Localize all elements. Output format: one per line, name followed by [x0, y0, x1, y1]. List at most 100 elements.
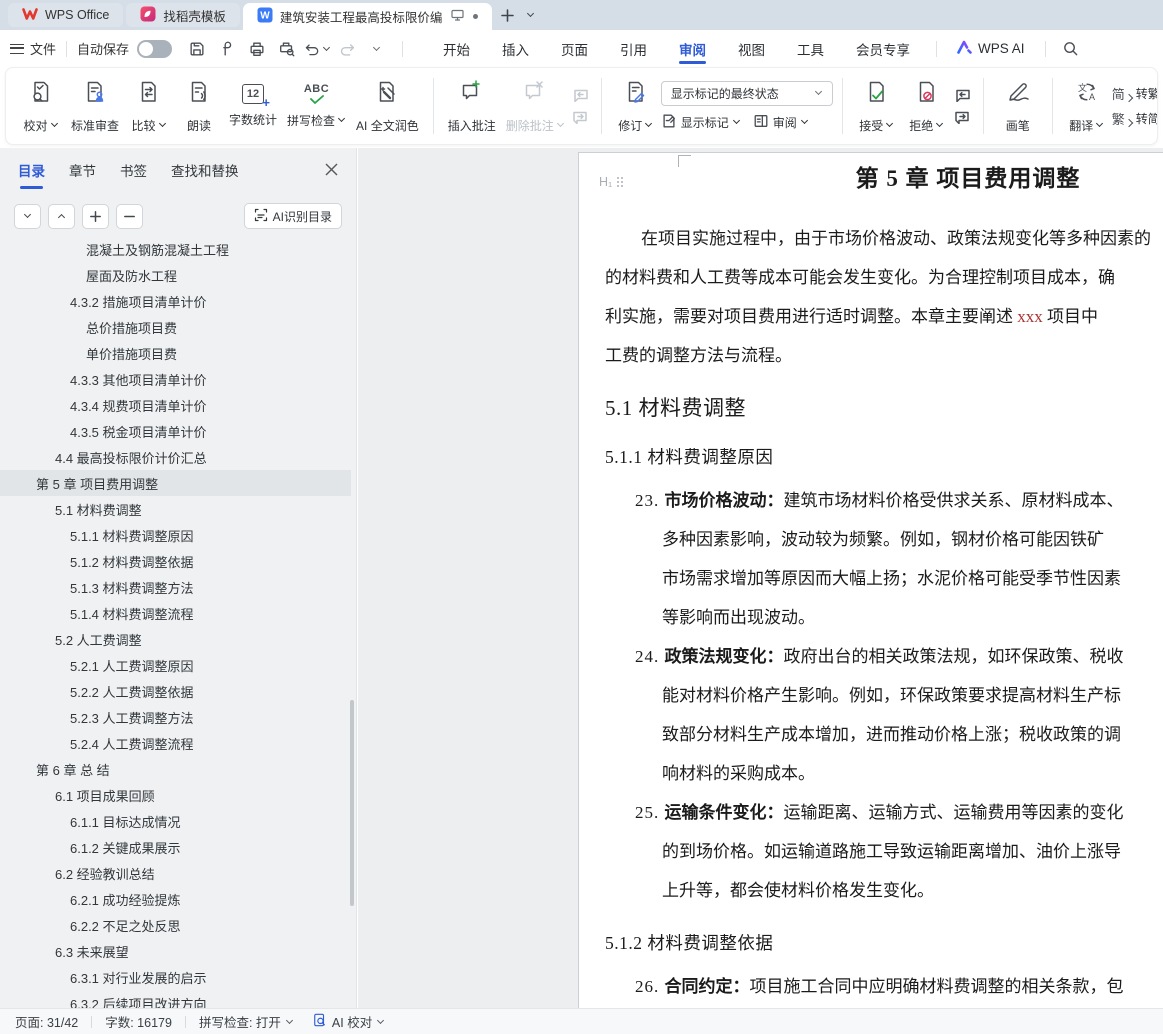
word-count-indicator[interactable]: 字数: 16179 — [105, 1012, 172, 1031]
outline-item[interactable]: 6.3 未来展望 — [0, 938, 351, 964]
outline-item[interactable]: 屋面及防水工程 — [0, 262, 351, 288]
outline-item[interactable]: 4.3.4 规费项目清单计价 — [0, 392, 351, 418]
print-icon[interactable] — [243, 36, 271, 62]
menu-tab-会员专享[interactable]: 会员专享 — [840, 30, 926, 67]
outline-item-label: 4.4 最高投标限价计价汇总 — [55, 450, 207, 466]
sidebar-tab-章节[interactable]: 章节 — [69, 160, 96, 189]
drag-handle-icon[interactable] — [617, 176, 624, 188]
spell-check-status[interactable]: 拼写检查: 打开 — [199, 1012, 294, 1031]
menu-tab-审阅[interactable]: 审阅 — [663, 30, 722, 67]
menu-tab-视图[interactable]: 视图 — [722, 30, 781, 67]
menu-tab-插入[interactable]: 插入 — [486, 30, 545, 67]
markup-state-dropdown[interactable]: 显示标记的最终状态 — [660, 80, 833, 106]
outline-item[interactable]: 第 6 章 总 结 — [0, 756, 351, 782]
translate-button[interactable]: 文A 翻译 — [1062, 75, 1112, 138]
to-traditional-button[interactable]: 简 转繁 — [1112, 84, 1157, 103]
review-pane-button[interactable]: 审阅 — [753, 113, 809, 132]
dropdown-value: 显示标记的最终状态 — [670, 86, 779, 101]
insert-comment-button[interactable]: 插入批注 — [443, 75, 501, 138]
more-icon[interactable] — [363, 36, 391, 62]
document-area[interactable]: H₁ 第 5 章 项目费用调整 在项目实施过程中，由于市场价格波动、政策法规变化… — [358, 148, 1163, 1008]
outline-item[interactable]: 6.2.2 不足之处反思 — [0, 912, 351, 938]
autosave-toggle[interactable] — [137, 39, 173, 58]
next-comment-icon[interactable] — [572, 110, 590, 124]
outline-item[interactable]: 6.2 经验教训总结 — [0, 860, 351, 886]
outline-item[interactable]: 6.3.1 对行业发展的启示 — [0, 964, 351, 990]
hamburger-icon[interactable] — [10, 43, 24, 54]
undo-icon[interactable] — [303, 36, 331, 62]
word-count-button[interactable]: 12 + 字数统计 — [224, 80, 282, 132]
outline-item[interactable]: 总价措施项目费 — [0, 314, 351, 340]
compare-button[interactable]: 比较 — [124, 75, 174, 138]
show-markup-button[interactable]: 显示标记 — [661, 113, 741, 132]
revise-button[interactable]: 修订 — [611, 75, 661, 138]
search-icon[interactable] — [1057, 36, 1085, 62]
sidebar-tab-书签[interactable]: 书签 — [120, 160, 147, 189]
tab-docer-templates[interactable]: 找稻壳模板 — [126, 3, 240, 27]
ai-proof-button[interactable]: AI 校对 — [313, 1012, 385, 1031]
close-icon[interactable] — [324, 162, 340, 178]
ai-recognize-outline-button[interactable]: AI识别目录 — [243, 203, 342, 229]
outline-item[interactable]: 第 5 章 项目费用调整 — [0, 470, 351, 496]
prev-change-icon[interactable] — [954, 88, 972, 102]
outline-item[interactable]: 6.1 项目成果回顾 — [0, 782, 351, 808]
outline-item[interactable]: 5.2.4 人工费调整流程 — [0, 730, 351, 756]
plus-icon[interactable] — [82, 203, 109, 229]
outline-item[interactable]: 6.2.1 成功经验提炼 — [0, 886, 351, 912]
outline-item[interactable]: 5.2 人工费调整 — [0, 626, 351, 652]
reject-button[interactable]: 拒绝 — [902, 75, 952, 138]
outline-item[interactable]: 6.1.2 关键成果展示 — [0, 834, 351, 860]
outline-item[interactable]: 混凝土及钢筋混凝土工程 — [0, 236, 351, 262]
accept-button[interactable]: 接受 — [852, 75, 902, 138]
outline-item[interactable]: 5.1.3 材料费调整方法 — [0, 574, 351, 600]
menu-tab-引用[interactable]: 引用 — [604, 30, 663, 67]
proofread-button[interactable]: 校对 — [16, 75, 66, 138]
sidebar-tab-目录[interactable]: 目录 — [18, 160, 45, 189]
outline-item[interactable]: 5.1.4 材料费调整流程 — [0, 600, 351, 626]
prev-comment-icon[interactable] — [572, 88, 590, 102]
sidebar-tab-查找和替换[interactable]: 查找和替换 — [171, 160, 239, 189]
outline-item[interactable]: 5.1 材料费调整 — [0, 496, 351, 522]
sidebar-scrollbar[interactable] — [350, 700, 354, 906]
outline-item[interactable]: 4.3.3 其他项目清单计价 — [0, 366, 351, 392]
spell-check-button[interactable]: ABC 拼写检查 — [282, 80, 351, 133]
ai-polish-button[interactable]: AI 全文润色 — [351, 75, 424, 138]
outline-item[interactable]: 5.1.1 材料费调整原因 — [0, 522, 351, 548]
outline-item[interactable]: 5.2.2 人工费调整依据 — [0, 678, 351, 704]
print-preview-icon[interactable] — [273, 36, 301, 62]
menu-tab-页面[interactable]: 页面 — [545, 30, 604, 67]
outline-item[interactable]: 6.3.2 后续项目改进方向 — [0, 990, 351, 1009]
menu-tab-工具[interactable]: 工具 — [781, 30, 840, 67]
document-page[interactable]: H₁ 第 5 章 项目费用调整 在项目实施过程中，由于市场价格波动、政策法规变化… — [578, 152, 1163, 1008]
menu-bar: 文件 自动保存 开始 插入 页面 引用 审阅 视图 工具 会员专享 WPS AI — [0, 30, 1163, 67]
expand-icon[interactable] — [48, 203, 75, 229]
new-tab-icon[interactable] — [495, 3, 519, 27]
to-simplified-button[interactable]: 繁 转简 — [1112, 109, 1157, 128]
menu-tab-开始[interactable]: 开始 — [427, 30, 486, 67]
outline-item[interactable]: 单价措施项目费 — [0, 340, 351, 366]
collapse-icon[interactable] — [14, 203, 41, 229]
button-label: 校对 — [23, 118, 48, 133]
redo-icon[interactable] — [333, 36, 361, 62]
read-aloud-button[interactable]: 朗读 — [174, 75, 224, 138]
outline-item[interactable]: 5.2.1 人工费调整原因 — [0, 652, 351, 678]
delete-comment-button[interactable]: 删除批注 — [501, 75, 570, 138]
outline-item[interactable]: 4.3.2 措施项目清单计价 — [0, 288, 351, 314]
outline-item[interactable]: 4.3.5 税金项目清单计价 — [0, 418, 351, 444]
outline-item[interactable]: 6.1.1 目标达成情况 — [0, 808, 351, 834]
outline-item[interactable]: 5.1.2 材料费调整依据 — [0, 548, 351, 574]
export-icon[interactable] — [213, 36, 241, 62]
wps-ai-button[interactable]: WPS AI — [947, 40, 1035, 57]
brush-button[interactable]: 画笔 — [993, 75, 1043, 138]
minus-icon[interactable] — [116, 203, 143, 229]
outline-item[interactable]: 4.4 最高投标限价计价汇总 — [0, 444, 351, 470]
outline-item[interactable]: 5.2.3 人工费调整方法 — [0, 704, 351, 730]
save-icon[interactable] — [183, 36, 211, 62]
file-menu[interactable]: 文件 — [30, 39, 56, 58]
tab-document[interactable]: W 建筑安装工程最高投标限价编 — [242, 3, 493, 30]
standard-review-button[interactable]: 标准审查 — [66, 75, 124, 138]
next-change-icon[interactable] — [954, 110, 972, 124]
tab-dropdown-icon[interactable] — [519, 3, 543, 27]
tab-wps-office[interactable]: WPS Office — [8, 3, 124, 27]
outline-item-label: 4.3.4 规费项目清单计价 — [70, 398, 207, 414]
